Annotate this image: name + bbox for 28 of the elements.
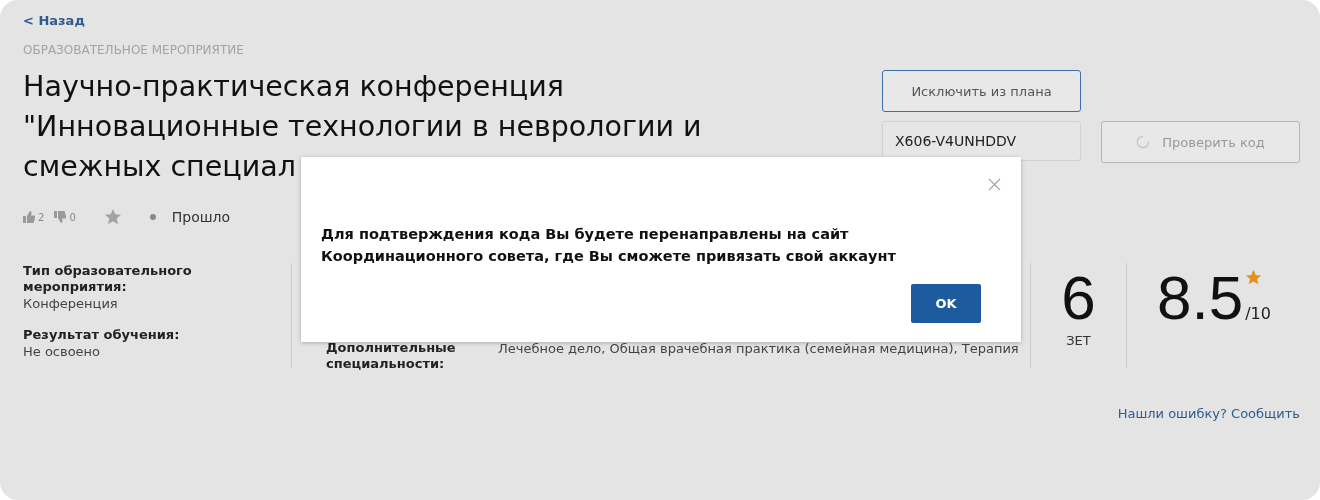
dislikes-count: 0 [69, 211, 76, 223]
rating-scale: /10 [1245, 304, 1271, 323]
rating-value: 8.5 [1157, 263, 1244, 333]
detail-value: Лечебное дело, Общая врачебная практика (семейная медицина), Терапия [498, 340, 1019, 358]
detail-value: Конференция [23, 295, 119, 313]
back-link[interactable]: < Назад [23, 13, 85, 28]
report-error-link[interactable]: Нашли ошибку? Сообщить [1117, 406, 1300, 421]
detail-label: Результат обучения: [23, 327, 181, 343]
status-label: Прошло [171, 209, 231, 225]
detail-label: Дополнительные специальности: [326, 340, 457, 372]
exclude-button[interactable]: Исключить из плана [882, 70, 1081, 112]
close-icon[interactable] [988, 178, 1001, 191]
thumbs-up-icon[interactable] [23, 211, 35, 223]
event-title: Научно-практическая конференция "Инновационные технологии в неврологии и смежных специал [23, 69, 703, 185]
thumbs-down-icon[interactable] [54, 211, 67, 223]
star-icon [1245, 269, 1263, 286]
credits-unit: ЗЕТ [1065, 333, 1092, 348]
detail-value: Не освоено [23, 343, 102, 361]
star-icon[interactable] [103, 208, 122, 226]
modal-message: Для подтверждения кода Вы будете перенаправлены на сайт Координационного совета, где Вы сможете привязать свой аккаунт [321, 225, 897, 266]
code-field[interactable]: X606-V4UNHDDV [882, 121, 1081, 161]
spinner-icon [1136, 135, 1151, 149]
credits-value: 6 [1060, 263, 1097, 333]
likes-count: 2 [38, 211, 45, 223]
status-dot-icon [149, 214, 156, 220]
detail-label: Тип образовательного мероприятия: [23, 263, 193, 295]
category-label: ОБРАЗОВАТЕЛЬНОЕ МЕРОПРИЯТИЕ [23, 43, 245, 57]
ok-button[interactable]: OK [911, 284, 981, 323]
